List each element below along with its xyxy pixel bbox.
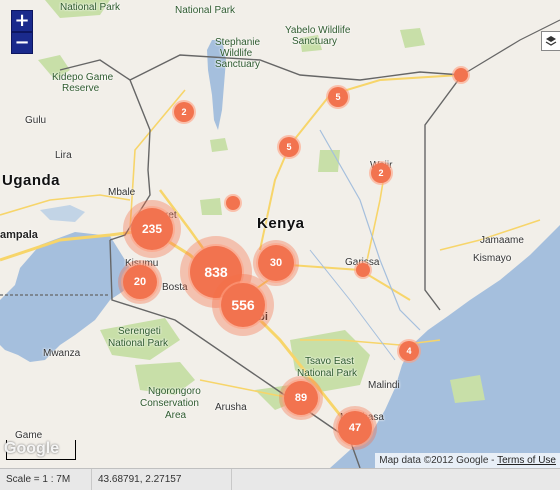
cluster-4[interactable]: 4 xyxy=(398,340,420,362)
cluster-garissa-dot[interactable] xyxy=(355,262,371,278)
zoom-in-button[interactable]: + xyxy=(11,10,33,32)
label-gulu: Gulu xyxy=(25,115,47,126)
label-serengeti-np: National Park xyxy=(108,338,169,349)
label-yabelo: Yabelo Wildlife xyxy=(285,25,351,36)
cluster-89[interactable]: 89 xyxy=(279,376,323,420)
label-ngorongoro: Ngorongoro xyxy=(148,386,201,397)
cluster-count xyxy=(356,263,370,277)
cluster-count: 2 xyxy=(371,163,391,183)
label-sanctuary: Sanctuary xyxy=(215,59,261,70)
cluster-5-central[interactable]: 5 xyxy=(278,136,300,158)
label-stephanie: Stephanie xyxy=(215,37,261,48)
label-wildlife: Wildlife xyxy=(220,48,253,59)
cluster-count: 4 xyxy=(399,341,419,361)
terms-of-use-link[interactable]: Terms of Use xyxy=(497,455,556,466)
cluster-count: 20 xyxy=(123,265,157,299)
label-kenya: Kenya xyxy=(257,215,305,232)
label-mwanza: Mwanza xyxy=(43,348,81,359)
cluster-count: 2 xyxy=(174,102,194,122)
label-kidepo-reserve: Reserve xyxy=(62,83,100,94)
cluster-count: 5 xyxy=(279,137,299,157)
layer-switcher-button[interactable] xyxy=(541,31,560,51)
label-mbale: Mbale xyxy=(108,187,136,198)
label-malindi: Malindi xyxy=(368,380,400,391)
attribution-text: Map data ©2012 Google - xyxy=(379,455,498,466)
coordinate-readout: 43.68791, 2.27157 xyxy=(92,469,232,490)
cluster-47[interactable]: 47 xyxy=(333,406,377,450)
label-kampala: ampala xyxy=(0,229,38,241)
cluster-ne-dot[interactable] xyxy=(453,67,469,83)
google-logo: Google xyxy=(4,440,60,457)
label-national-park-n: National Park xyxy=(175,5,236,16)
label-kidepo: Kidepo Game xyxy=(52,72,114,83)
cluster-count xyxy=(226,196,240,210)
label-uganda: Uganda xyxy=(2,172,61,189)
zoom-out-button[interactable]: − xyxy=(11,32,33,54)
cluster-count: 5 xyxy=(328,87,348,107)
label-national-park-nw: National Park xyxy=(60,2,121,13)
cluster-2-wajir[interactable]: 2 xyxy=(370,162,392,184)
cluster-count: 556 xyxy=(221,283,265,327)
label-lira: Lira xyxy=(55,150,72,161)
label-jamaame: Jamaame xyxy=(480,235,524,246)
label-kismayo: Kismayo xyxy=(473,253,512,264)
cluster-5-north[interactable]: 5 xyxy=(327,86,349,108)
cluster-556[interactable]: 556 xyxy=(212,274,274,336)
cluster-count: 235 xyxy=(131,208,173,250)
layers-icon xyxy=(545,36,557,46)
cluster-count xyxy=(454,68,468,82)
status-bar: Scale = 1 : 7M 43.68791, 2.27157 xyxy=(0,468,560,490)
cluster-235[interactable]: 235 xyxy=(123,200,181,258)
label-tsavo: Tsavo East xyxy=(305,356,354,367)
scale-readout: Scale = 1 : 7M xyxy=(0,469,92,490)
label-area: Area xyxy=(165,410,187,421)
map-canvas[interactable]: National Park National Park Stephanie Wi… xyxy=(0,0,560,468)
cluster-2-north[interactable]: 2 xyxy=(173,101,195,123)
cluster-count: 89 xyxy=(284,381,318,415)
cluster-20[interactable]: 20 xyxy=(118,260,162,304)
label-serengeti: Serengeti xyxy=(118,326,161,337)
cluster-center-dot[interactable] xyxy=(225,195,241,211)
label-yabelo-sanctuary: Sanctuary xyxy=(292,36,338,47)
label-arusha: Arusha xyxy=(215,402,247,413)
label-conservation: Conservation xyxy=(140,398,199,409)
cluster-count: 30 xyxy=(258,245,294,281)
cluster-count: 47 xyxy=(338,411,372,445)
map-attribution: Map data ©2012 Google - Terms of Use xyxy=(375,453,560,468)
